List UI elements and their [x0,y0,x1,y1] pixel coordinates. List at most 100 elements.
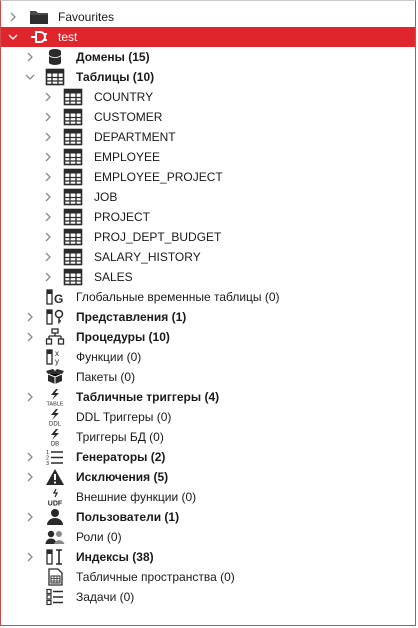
table-name: PROJ_DEPT_BUDGET [94,230,222,244]
tree-node-table-triggers[interactable]: TABLE Табличные триггеры (4) [1,387,415,407]
chevron-right-icon[interactable] [42,211,54,223]
generator-icon: 123 [45,448,65,466]
table-name: EMPLOYEE_PROJECT [94,170,223,184]
chevron-right-icon[interactable] [42,191,54,203]
chevron-right-icon[interactable] [24,391,36,403]
tree-node-label: Индексы (38) [76,550,154,564]
chevron-right-icon[interactable] [42,251,54,263]
tree-node-label: Функции (0) [76,350,142,364]
chevron-down-icon[interactable] [24,71,36,83]
udf-icon: UDF [45,488,65,506]
table-name: PROJECT [94,210,151,224]
package-icon [45,368,65,386]
jobs-icon [45,588,65,606]
table-icon [63,108,83,126]
tree-node-functions[interactable]: xy Функции (0) [1,347,415,367]
tree-node-tablespaces[interactable]: Табличные пространства (0) [1,567,415,587]
chevron-right-icon[interactable] [7,11,19,23]
tree-node-label: Favourites [58,10,115,24]
tree-node-views[interactable]: Представления (1) [1,307,415,327]
table-icon [63,188,83,206]
chevron-right-icon[interactable] [24,331,36,343]
tree-node-label: DDL Триггеры (0) [76,410,172,424]
tree-node-table-employee_project[interactable]: EMPLOYEE_PROJECT [1,167,415,187]
tree-node-exceptions[interactable]: Исключения (5) [1,467,415,487]
tree-node-tables[interactable]: Таблицы (10) [1,67,415,87]
tree-node-label: Табличные триггеры (4) [76,390,220,404]
table-trigger-icon: TABLE [45,388,65,406]
tree-node-label: Роли (0) [76,530,122,544]
tree-node-table-sales[interactable]: SALES [1,267,415,287]
table-name: SALES [94,270,133,284]
tree-node-db-triggers[interactable]: DB Триггеры БД (0) [1,427,415,447]
chevron-right-icon[interactable] [24,471,36,483]
table-icon [63,248,83,266]
tree-node-table-customer[interactable]: CUSTOMER [1,107,415,127]
svg-text:UDF: UDF [48,501,63,507]
tree-node-generators[interactable]: 123 Генераторы (2) [1,447,415,467]
chevron-right-icon[interactable] [42,151,54,163]
ddl-trigger-icon: DDL [45,408,65,426]
table-name: COUNTRY [94,90,154,104]
chevron-down-icon[interactable] [7,31,19,43]
table-icon [63,88,83,106]
tree-node-packages[interactable]: Пакеты (0) [1,367,415,387]
user-icon [45,508,65,526]
tree-node-label: Глобальные временные таблицы (0) [76,290,280,304]
tree-node-table-project[interactable]: PROJECT [1,207,415,227]
table-name: EMPLOYEE [94,150,161,164]
table-name: CUSTOMER [94,110,163,124]
table-icon [63,148,83,166]
database-navigator-tree[interactable]: Favourites test Домены (15) Таблицы (10)… [0,0,416,626]
tree-node-jobs[interactable]: Задачи (0) [1,587,415,607]
svg-text:DDL: DDL [49,422,62,427]
table-icon [63,268,83,286]
chevron-right-icon[interactable] [42,91,54,103]
tree-node-table-job[interactable]: JOB [1,187,415,207]
tree-node-favourites[interactable]: Favourites [1,7,415,27]
table-icon [63,128,83,146]
chevron-right-icon[interactable] [42,131,54,143]
global-temp-table-icon: G [45,288,65,306]
chevron-right-icon[interactable] [24,311,36,323]
tree-node-label: Домены (15) [76,50,150,64]
tree-node-label: Процедуры (10) [76,330,170,344]
table-icon [63,168,83,186]
svg-text:G: G [54,292,63,306]
plug-icon [29,28,49,46]
tree-node-roles[interactable]: Роли (0) [1,527,415,547]
chevron-right-icon[interactable] [24,51,36,63]
chevron-right-icon[interactable] [42,171,54,183]
tree-node-external-functions[interactable]: UDF Внешние функции (0) [1,487,415,507]
tree-node-table-country[interactable]: COUNTRY [1,87,415,107]
tree-node-label: Пользователи (1) [76,510,180,524]
chevron-right-icon[interactable] [42,271,54,283]
tree-node-ddl-triggers[interactable]: DDL DDL Триггеры (0) [1,407,415,427]
tree-node-global-temp-tables[interactable]: G Глобальные временные таблицы (0) [1,287,415,307]
tree-node-table-proj_dept_budget[interactable]: PROJ_DEPT_BUDGET [1,227,415,247]
tree-node-label: Представления (1) [76,310,187,324]
tree-node-procedures[interactable]: Процедуры (10) [1,327,415,347]
chevron-right-icon[interactable] [24,511,36,523]
chevron-right-icon[interactable] [42,111,54,123]
folder-icon [29,8,49,26]
tree-node-connection-test[interactable]: test [1,27,415,47]
roles-icon [45,528,65,546]
tree-node-users[interactable]: Пользователи (1) [1,507,415,527]
database-cylinder-icon [45,48,65,66]
function-icon: xy [45,348,65,366]
tree-node-table-salary_history[interactable]: SALARY_HISTORY [1,247,415,267]
chevron-right-icon[interactable] [24,551,36,563]
chevron-right-icon[interactable] [24,451,36,463]
chevron-right-icon[interactable] [42,231,54,243]
svg-text:y: y [55,357,59,366]
table-icon [45,68,65,86]
svg-text:3: 3 [46,461,49,466]
tree-node-table-employee[interactable]: EMPLOYEE [1,147,415,167]
tree-node-table-department[interactable]: DEPARTMENT [1,127,415,147]
tree-node-label: Внешние функции (0) [76,490,197,504]
tree-node-domains[interactable]: Домены (15) [1,47,415,67]
tree-node-indexes[interactable]: Индексы (38) [1,547,415,567]
procedure-icon [45,328,65,346]
tree-node-label: Триггеры БД (0) [76,430,164,444]
